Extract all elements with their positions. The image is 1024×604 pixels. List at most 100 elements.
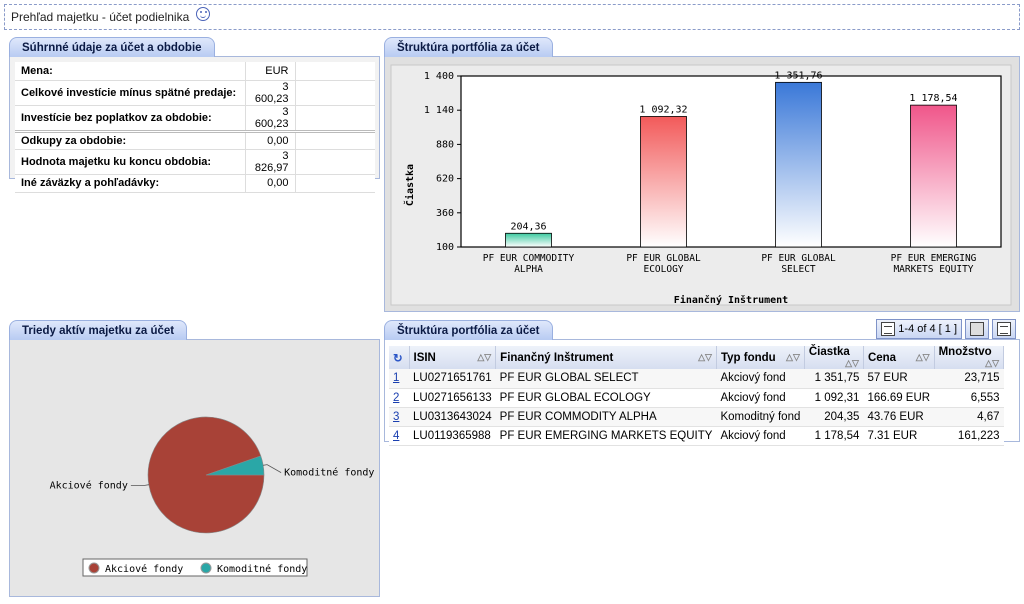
summary-label: Iné záväzky a pohľadávky: <box>15 174 246 193</box>
bar-y-tick-label: 1 140 <box>424 105 454 116</box>
cell-amount: 1 092,31 <box>804 388 864 408</box>
table-row[interactable]: 4 LU0119365988 PF EUR EMERGING MARKETS EQU… <box>389 426 1004 446</box>
bar-y-axis-title: Čiastka <box>403 164 416 206</box>
structure-bar-chart: 100 360 620 880 1 140 1 400 204,36 PF EUR COMM… <box>390 64 1012 306</box>
cell-price: 7.31 EUR <box>863 426 935 446</box>
export-icon <box>997 322 1011 336</box>
table-row[interactable]: 2 LU0271656133 PF EUR GLOBAL ECOLOGY Akciov… <box>389 388 1004 408</box>
summary-label: Hodnota majetku ku koncu obdobia: <box>15 149 246 175</box>
export-button[interactable] <box>992 319 1016 339</box>
pie-leader-line <box>130 484 149 486</box>
page-title: Prehľad majetku - účet podielnika <box>11 10 190 24</box>
column-header-amount[interactable]: Čiastka △▽ <box>804 346 864 369</box>
cell-type: Akciový fond <box>716 426 805 446</box>
row-number-link[interactable]: 3 <box>389 407 409 427</box>
bar-y-tick-label: 620 <box>436 174 454 185</box>
summary-value: 0,00 <box>245 131 296 150</box>
column-header-quantity[interactable]: Množstvo △▽ <box>934 346 1005 369</box>
summary-row: Hodnota majetku ku koncu obdobia: 3 826,9… <box>15 149 375 175</box>
summary-value: EUR <box>245 62 296 81</box>
pie-leader-line <box>263 464 282 473</box>
cell-amount: 1 351,75 <box>804 369 864 389</box>
summary-label: Celkové investície mínus spätné predaje: <box>15 80 246 106</box>
summary-row: Investície bez poplatkov za obdobie: 3 60… <box>15 105 375 133</box>
cell-qty: 6,553 <box>934 388 1004 408</box>
bar-value-label: 204,36 <box>510 221 546 232</box>
cell-isin: LU0119365988 <box>409 426 496 446</box>
summary-row: Celkové investície mínus spätné predaje:… <box>15 80 375 106</box>
summary-row: Odkupy za obdobie: 0,00 <box>15 131 375 150</box>
portfolio-table-header: ↻ ISIN △▽ Finančný Inštrument △▽ Typ fondu… <box>389 346 1005 369</box>
bar[interactable] <box>910 104 957 248</box>
portfolio-table: ↻ ISIN △▽ Finančný Inštrument △▽ Typ fondu… <box>389 346 1005 446</box>
bar[interactable] <box>505 232 552 248</box>
row-number-link[interactable]: 4 <box>389 426 409 446</box>
summary-value: 0,00 <box>245 174 296 193</box>
bar-y-tick-label: 100 <box>436 242 454 253</box>
summary-filler <box>295 62 375 81</box>
refresh-button[interactable]: ↻ <box>389 346 410 369</box>
structure-chart-tab[interactable]: Štruktúra portfólia za účet <box>384 37 553 57</box>
bar-category-label: SELECT <box>781 264 816 275</box>
bar-category-label: PF EUR GLOBAL <box>626 253 701 264</box>
bar[interactable] <box>640 116 687 248</box>
portfolio-table-tab[interactable]: Štruktúra portfólia za účet <box>384 320 553 340</box>
row-number-link[interactable]: 2 <box>389 388 409 408</box>
smiley-icon <box>196 7 211 21</box>
summary-tab[interactable]: Súhrnné údaje za účet a obdobie <box>9 37 215 57</box>
asset-classes-body: Akciové fondy Komoditné fondy Akciové fon… <box>9 339 380 597</box>
bar-value-label: 1 178,54 <box>909 93 957 104</box>
structure-chart-body: 100 360 620 880 1 140 1 400 204,36 PF EUR COMM… <box>384 56 1020 312</box>
column-header-fund-type[interactable]: Typ fondu △▽ <box>716 346 805 369</box>
asset-classes-pie-chart: Akciové fondy Komoditné fondy Akciové fon… <box>50 416 374 577</box>
pager-text: 1-4 of 4 [ 1 ] <box>898 323 957 335</box>
summary-value: 3 600,23 <box>245 105 296 133</box>
cell-qty: 161,223 <box>934 426 1004 446</box>
bar-category-label: ECOLOGY <box>643 264 683 275</box>
page-nav-icon[interactable] <box>881 322 896 336</box>
table-row[interactable]: 3 LU0313643024 PF EUR COMMODITY ALPHA Komod… <box>389 407 1004 427</box>
cell-type: Akciový fond <box>716 388 805 408</box>
summary-filler <box>295 174 375 193</box>
summary-filler <box>295 105 375 133</box>
cell-type: Komoditný fond <box>716 407 805 427</box>
summary-panel: Mena: EUR Celkové investície mínus spätné … <box>9 37 380 193</box>
summary-value: 3 826,97 <box>245 149 296 175</box>
pie-legend-swatch <box>88 562 100 574</box>
column-header-isin[interactable]: ISIN △▽ <box>409 346 497 369</box>
table-row[interactable]: 1 LU0271651761 PF EUR GLOBAL SELECT Akciový… <box>389 369 1004 389</box>
bar-value-label: 1 092,32 <box>639 104 687 115</box>
summary-filler <box>295 131 375 150</box>
cell-price: 166.69 EUR <box>863 388 935 408</box>
bar-category-label: PF EUR COMMODITY <box>483 253 575 264</box>
row-number-link[interactable]: 1 <box>389 369 409 389</box>
cell-qty: 23,715 <box>934 369 1004 389</box>
asset-classes-tab[interactable]: Triedy aktív majetku za účet <box>9 320 188 340</box>
bar[interactable] <box>775 81 822 248</box>
bar-category-label: MARKETS EQUITY <box>893 264 973 275</box>
bar-category-label: PF EUR GLOBAL <box>761 253 836 264</box>
summary-filler <box>295 80 375 106</box>
cell-isin: LU0271656133 <box>409 388 496 408</box>
bar-y-tick-label: 360 <box>436 208 454 219</box>
summary-label: Investície bez poplatkov za obdobie: <box>15 105 246 133</box>
cell-price: 43.76 EUR <box>863 407 935 427</box>
pager-box[interactable]: 1-4 of 4 [ 1 ] <box>876 319 962 339</box>
portfolio-table-panel: ↻ ISIN △▽ Finančný Inštrument △▽ Typ fondu… <box>384 319 1020 446</box>
bar-category-label: ALPHA <box>514 264 543 275</box>
column-header-price[interactable]: Cena △▽ <box>863 346 935 369</box>
column-header-instrument[interactable]: Finančný Inštrument △▽ <box>495 346 717 369</box>
cell-name: PF EUR COMMODITY ALPHA <box>495 407 717 427</box>
cell-name: PF EUR GLOBAL ECOLOGY <box>495 388 717 408</box>
pie-slice-label: Akciové fondy <box>50 479 128 491</box>
pie-slice-label: Komoditné fondy <box>284 467 374 479</box>
summary-body: Mena: EUR Celkové investície mínus spätné … <box>9 56 380 193</box>
portfolio-table-body: ↻ ISIN △▽ Finančný Inštrument △▽ Typ fondu… <box>384 339 1020 446</box>
cell-amount: 1 178,54 <box>804 426 864 446</box>
structure-chart-panel: 100 360 620 880 1 140 1 400 204,36 PF EUR COMM… <box>384 37 1020 312</box>
bar-category-label: PF EUR EMERGING <box>891 253 977 264</box>
bar-y-tick-label: 880 <box>436 139 454 150</box>
print-button[interactable] <box>965 319 989 339</box>
summary-row: Mena: EUR <box>15 62 375 81</box>
asset-classes-panel: Akciové fondy Komoditné fondy Akciové fon… <box>9 320 380 597</box>
